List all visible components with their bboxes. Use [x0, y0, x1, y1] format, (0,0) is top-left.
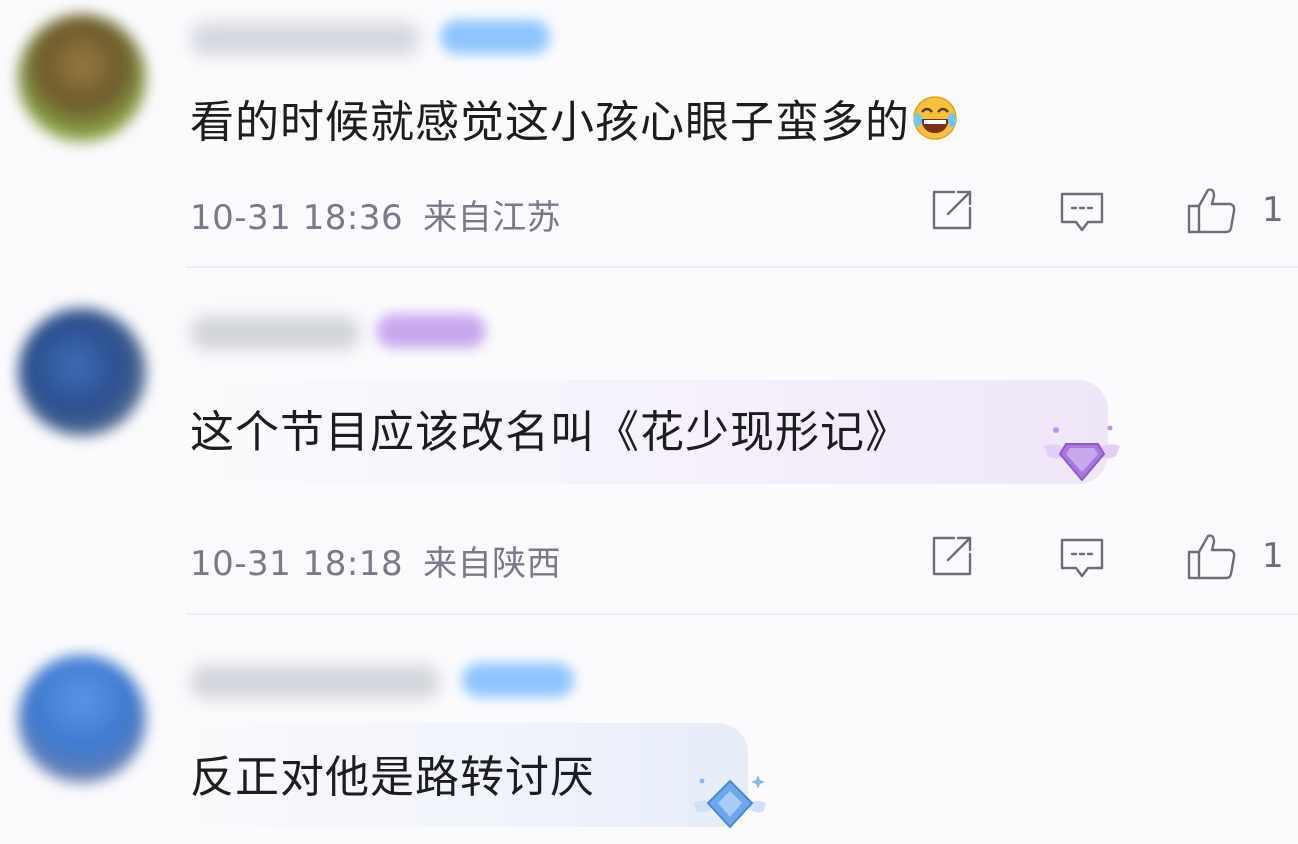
comment-location: 来自江苏	[423, 198, 562, 238]
like-count: 1	[1262, 190, 1284, 230]
share-icon[interactable]	[928, 186, 976, 234]
user-badge-blurred	[376, 314, 486, 348]
comment-meta: 10-31 18:18 来自陕西	[190, 536, 561, 585]
user-badge-blurred	[440, 20, 550, 54]
user-badge-blurred	[462, 663, 574, 697]
thumbs-up-icon[interactable]	[1186, 184, 1236, 234]
comment-item-1: 看的时候就感觉这小孩心眼子蛮多的 10-31 18:36 来自江苏 1	[0, 0, 1298, 270]
comment-text: 反正对他是路转讨厌	[190, 752, 595, 803]
laughing-tears-emoji	[912, 95, 958, 152]
username-blurred[interactable]	[190, 316, 360, 350]
share-icon[interactable]	[928, 532, 976, 580]
username-blurred[interactable]	[190, 22, 420, 56]
comment-text: 看的时候就感觉这小孩心眼子蛮多的	[190, 86, 958, 152]
comment-time: 10-31 18:36	[190, 198, 404, 238]
thumbs-up-icon[interactable]	[1186, 530, 1236, 580]
username-blurred[interactable]	[190, 665, 440, 699]
comment-item-2: 这个节目应该改名叫《花少现形记》 10-31 18:18 来自陕西 1	[0, 270, 1298, 615]
comment-icon[interactable]	[1058, 188, 1106, 236]
comment-text: 这个节目应该改名叫《花少现形记》	[190, 407, 910, 458]
comment-meta: 10-31 18:36 来自江苏	[190, 190, 561, 239]
divider	[186, 266, 1298, 268]
comment-item-3: 反正对他是路转讨厌	[0, 615, 1298, 844]
blue-gem-icon	[690, 769, 770, 835]
avatar[interactable]	[18, 14, 146, 142]
avatar[interactable]	[18, 308, 146, 436]
comment-location: 来自陕西	[423, 544, 562, 584]
purple-gem-wings-icon	[1040, 420, 1124, 490]
comment-icon[interactable]	[1058, 534, 1106, 582]
avatar[interactable]	[18, 655, 146, 783]
like-count: 1	[1262, 536, 1284, 576]
comment-time: 10-31 18:18	[190, 544, 404, 584]
